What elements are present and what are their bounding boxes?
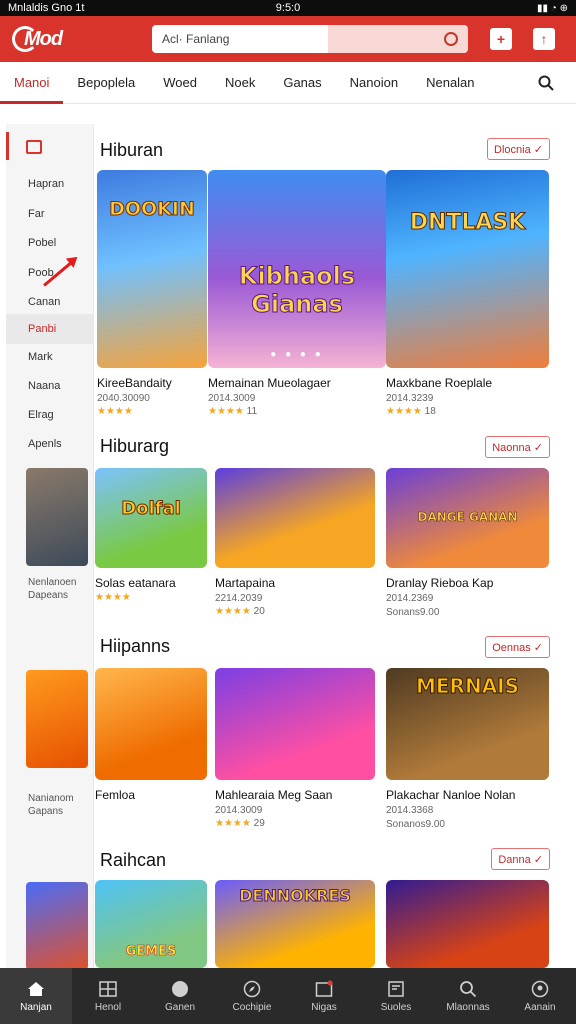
tab-nenalan[interactable]: Nenalan bbox=[412, 62, 488, 104]
section-title: Raihcan bbox=[100, 850, 167, 870]
app-logo[interactable]: Mod bbox=[12, 23, 82, 55]
nav-grid[interactable]: Henol bbox=[72, 968, 144, 1024]
game-thumbnail bbox=[215, 668, 375, 780]
game-thumbnail: Kibhaols Gianas ● ● ● ● bbox=[208, 170, 386, 368]
game-card[interactable]: DOOKIN KireeBandaity 2040.30090 ★★★★ bbox=[97, 170, 207, 417]
game-card[interactable]: GEMES bbox=[95, 880, 207, 968]
sidebar-caption: Nanianom Gapans bbox=[28, 793, 74, 817]
sidebar-caption: Nenlanoen Dapeans bbox=[28, 577, 77, 601]
category-sidebar: Hapran Far Pobel Poob Canan Panbi Mark N… bbox=[6, 124, 94, 970]
tab-nanoion[interactable]: Nanoion bbox=[336, 62, 412, 104]
sidebar-item[interactable]: Elrag bbox=[28, 409, 54, 421]
status-left: Mnlaldis Gno 1t bbox=[8, 2, 85, 14]
nav-profile[interactable]: Aanain bbox=[504, 968, 576, 1024]
share-icon[interactable]: ↑ bbox=[533, 28, 555, 50]
game-card[interactable] bbox=[386, 880, 549, 968]
games-icon bbox=[170, 980, 190, 998]
game-card[interactable]: DENNOKRES bbox=[215, 880, 375, 968]
sidebar-item[interactable]: Canan bbox=[28, 296, 60, 308]
news-icon bbox=[386, 980, 406, 998]
carousel-dots[interactable]: ● ● ● ● bbox=[208, 349, 386, 360]
sidebar-item[interactable]: Mark bbox=[28, 351, 52, 363]
nav-explore[interactable]: Cochipie bbox=[216, 968, 288, 1024]
sidebar-item[interactable]: Apenls bbox=[28, 438, 62, 450]
game-thumbnail bbox=[95, 668, 207, 780]
game-thumbnail: DENNOKRES bbox=[215, 880, 375, 968]
sidebar-thumb[interactable] bbox=[26, 882, 88, 970]
tab-woed[interactable]: Woed bbox=[149, 62, 211, 104]
game-thumbnail: Dolfal bbox=[95, 468, 207, 568]
sidebar-item[interactable]: Far bbox=[28, 208, 45, 220]
logo-text: Mod bbox=[24, 27, 63, 50]
section-more-button[interactable]: Danna ✓ bbox=[491, 848, 550, 870]
game-thumbnail: GEMES bbox=[95, 880, 207, 968]
game-thumbnail bbox=[215, 468, 375, 568]
grid-icon bbox=[98, 980, 118, 998]
game-card[interactable]: Femloa bbox=[95, 668, 207, 802]
bottom-navigation: Nanjan Henol Ganen Cochipie Nigas Suoles… bbox=[0, 968, 576, 1024]
compass-icon bbox=[242, 980, 262, 998]
section-more-button[interactable]: Naonna ✓ bbox=[485, 436, 550, 458]
nav-news[interactable]: Suoles bbox=[360, 968, 432, 1024]
app-header: Mod Acl· Fanlang + ↑ bbox=[0, 16, 576, 62]
section-more-button[interactable]: Dlocnia ✓ bbox=[487, 138, 550, 160]
add-icon[interactable]: + bbox=[490, 28, 512, 50]
search-icon bbox=[458, 980, 478, 998]
game-thumbnail: MERNAIS bbox=[386, 668, 549, 780]
tab-noek[interactable]: Noek bbox=[211, 62, 269, 104]
search-bar[interactable]: Acl· Fanlang bbox=[152, 25, 468, 53]
sidebar-item-active[interactable]: Panbi bbox=[6, 314, 94, 344]
game-thumbnail: DOOKIN bbox=[97, 170, 207, 368]
profile-icon bbox=[530, 980, 550, 998]
game-card[interactable]: Dolfal Solas eatanara ★★★★ bbox=[95, 468, 207, 603]
game-card[interactable]: Kibhaols Gianas ● ● ● ● Memainan Mueolag… bbox=[208, 170, 386, 417]
home-icon bbox=[26, 980, 46, 998]
status-icons: ▮▮ ◔ ⊕ bbox=[537, 2, 568, 14]
tab-ganas[interactable]: Ganas bbox=[269, 62, 335, 104]
section-title: Hiipanns bbox=[100, 636, 171, 656]
section-more-button[interactable]: Oennas ✓ bbox=[485, 636, 550, 658]
nav-search[interactable]: Mlaonnas bbox=[432, 968, 504, 1024]
game-thumbnail bbox=[386, 880, 549, 968]
status-bar: Mnlaldis Gno 1t 9:5:0 ▮▮ ◔ ⊕ bbox=[0, 0, 576, 16]
game-thumbnail: DNTLASK bbox=[386, 170, 549, 368]
tab-manoi[interactable]: Manoi bbox=[0, 62, 64, 104]
sidebar-item[interactable]: Naana bbox=[28, 380, 60, 392]
game-card[interactable]: DNTLASK Maxkbane Roeplale 2014.3239 ★★★★… bbox=[386, 170, 549, 417]
top-tabs: Manoi Bepoplela Woed Noek Ganas Nanoion … bbox=[0, 62, 576, 104]
nav-calendar[interactable]: Nigas bbox=[288, 968, 360, 1024]
game-thumbnail: DANGE GANAN bbox=[386, 468, 549, 568]
game-card[interactable]: MERNAIS Plakachar Nanloe Nolan 2014.3368… bbox=[386, 668, 549, 830]
sidebar-item[interactable]: Pobel bbox=[28, 237, 56, 249]
tab-search-icon[interactable] bbox=[524, 62, 576, 104]
calendar-icon bbox=[314, 980, 334, 998]
search-icon[interactable] bbox=[444, 32, 458, 46]
sidebar-thumb[interactable] bbox=[26, 468, 88, 566]
section-title: Hiburan bbox=[100, 140, 164, 160]
category-icon[interactable] bbox=[26, 140, 42, 154]
game-card[interactable]: DANGE GANAN Dranlay Rieboa Kap 2014.2369… bbox=[386, 468, 549, 618]
sidebar-thumb[interactable] bbox=[26, 670, 88, 768]
game-card[interactable]: Mahlearaia Meg Saan 2014.3009 ★★★★ 29 bbox=[215, 668, 375, 829]
nav-games[interactable]: Ganen bbox=[144, 968, 216, 1024]
game-card[interactable]: Martapaina 2214.2039 ★★★★ 20 bbox=[215, 468, 375, 617]
sidebar-item[interactable]: Hapran bbox=[28, 178, 64, 190]
tab-bepoplela[interactable]: Bepoplela bbox=[63, 62, 149, 104]
section-title: Hiburarg bbox=[100, 436, 170, 456]
nav-home[interactable]: Nanjan bbox=[0, 968, 72, 1024]
